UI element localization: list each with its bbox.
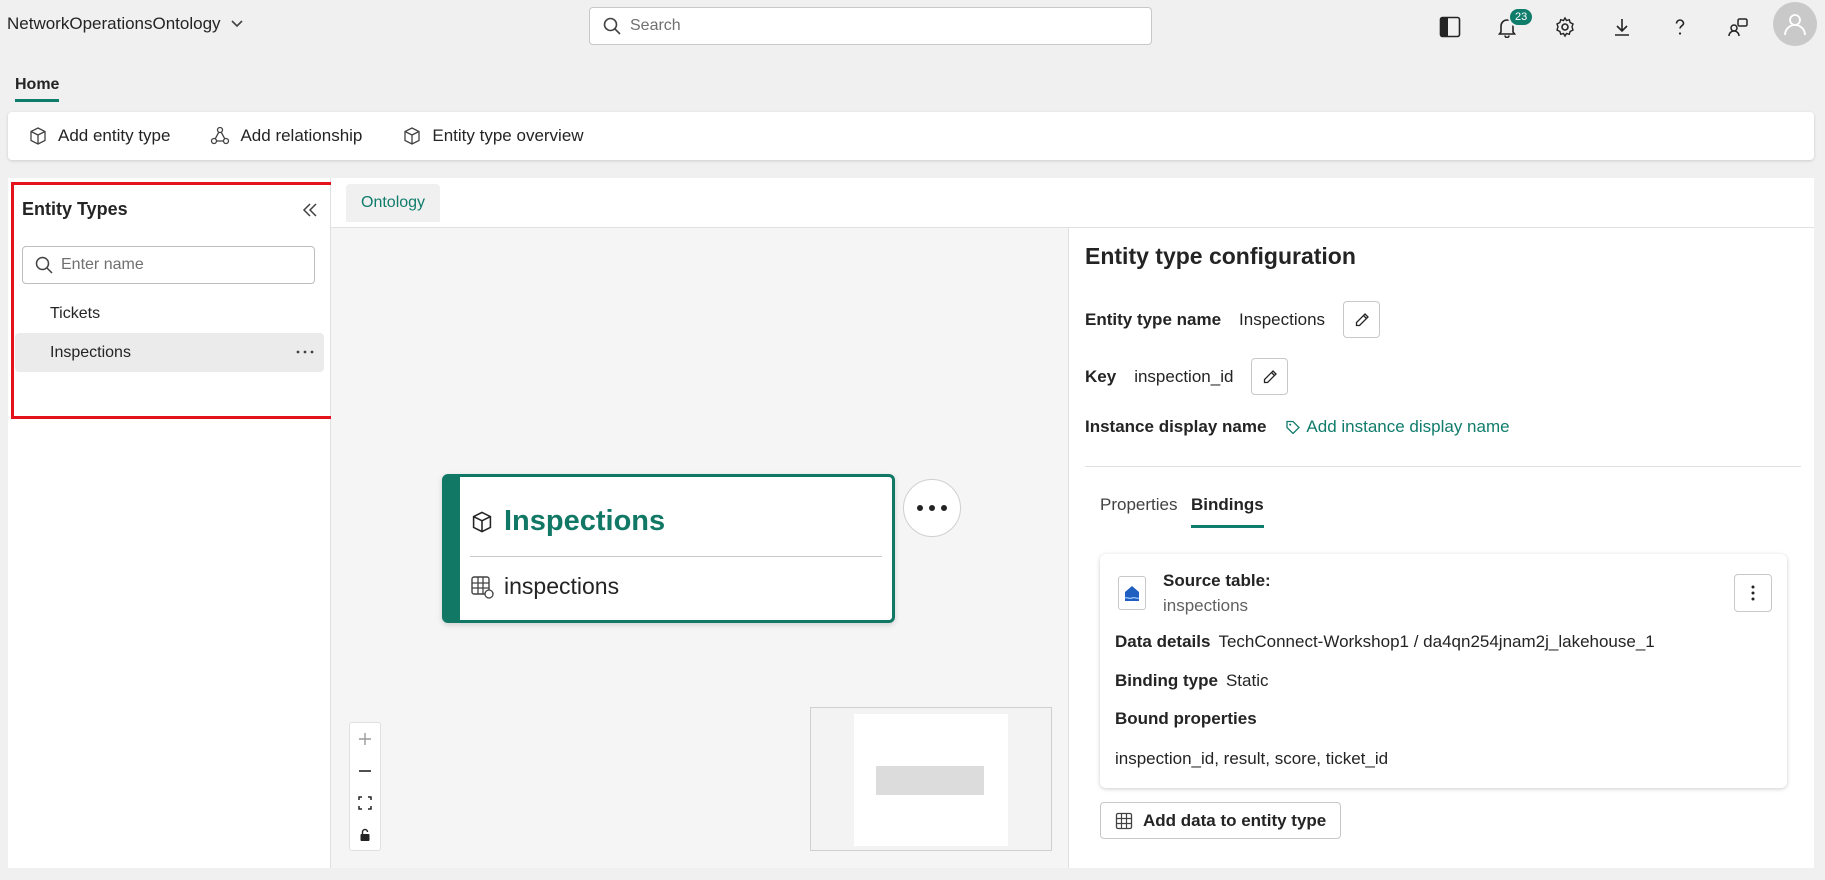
divider [1085,466,1801,467]
add-entity-type-label: Add entity type [58,126,171,145]
canvas-tabbar: Ontology [331,178,1814,228]
binding-card: Source table: inspections Data details T… [1100,554,1787,788]
ribbon-tabs: Home [0,53,1825,108]
user-avatar[interactable] [1773,2,1817,46]
settings-gear-icon[interactable] [1546,8,1584,46]
collapse-sidebar-icon[interactable] [296,196,324,224]
relationship-icon [210,126,230,146]
notifications-bell-icon[interactable]: 23 [1488,7,1535,46]
top-bar: NetworkOperationsOntology Search 23 [0,0,1825,53]
tab-home[interactable]: Home [15,76,60,102]
global-search-input[interactable]: Search [589,7,1152,45]
sidebar-item-tickets[interactable]: Tickets [15,294,324,333]
node-title-label: Inspections [504,505,666,537]
tag-icon [1286,420,1301,434]
tab-ontology[interactable]: Ontology [346,184,441,222]
add-relationship-label: Add relationship [240,126,363,145]
key-value: inspection_id [1134,366,1234,386]
cube-icon [402,126,422,146]
lakehouse-icon [1118,576,1146,610]
entity-type-name-row: Entity type name Inspections [1085,301,1381,338]
source-table-value: inspections [1163,596,1249,615]
search-icon [35,256,53,274]
entity-type-configuration-panel: Entity type configuration Entity type na… [1068,228,1814,868]
edit-entity-type-name-button[interactable] [1343,301,1381,338]
entity-types-sidebar: Entity Types Tickets Inspections [8,178,334,868]
ribbon-toolbar: Add entity type Add relationship Entity … [8,112,1814,160]
data-details-value: TechConnect-Workshop1 / da4qn254jnam2j_l… [1218,632,1655,651]
entity-type-name-label: Entity type name [1085,309,1222,329]
entity-type-overview-button[interactable]: Entity type overview [402,126,584,146]
app-title-dropdown[interactable]: NetworkOperationsOntology [7,14,243,34]
zoom-out-icon[interactable] [350,755,380,787]
minimap-node [876,766,984,795]
key-label: Key [1085,366,1117,386]
bound-properties-value-row: inspection_id, result, score, ticket_id [1115,749,1388,769]
node-source: inspections [470,573,619,600]
download-icon[interactable] [1603,8,1641,46]
sidebar-item-label: Tickets [50,304,101,322]
main-area: Entity Types Tickets Inspections Ontolog… [8,178,1814,868]
tab-bindings[interactable]: Bindings [1191,495,1264,528]
config-title: Entity type configuration [1085,243,1356,269]
search-placeholder: Search [630,17,681,34]
notification-badge: 23 [1508,7,1535,27]
key-row: Key inspection_id [1085,358,1289,395]
data-details-label: Data details [1115,632,1211,651]
sidebar-title: Entity Types [22,199,128,219]
node-source-label: inspections [504,573,620,599]
ontology-canvas-area: Ontology Inspections inspections Entity … [331,178,1814,868]
add-data-to-entity-type-button[interactable]: Add data to entity type [1100,802,1342,839]
cube-icon [470,510,494,534]
zoom-controls [349,722,381,851]
search-icon [603,17,621,35]
bound-properties-row: Bound properties [1115,709,1257,729]
bound-properties-value: inspection_id, result, score, ticket_id [1115,749,1389,768]
add-instance-display-name-link[interactable]: Add instance display name [1286,417,1510,437]
entity-name-input[interactable] [61,256,291,274]
entity-name-search[interactable] [22,246,315,284]
minimap-viewport [854,714,1008,846]
table-icon [1115,812,1133,830]
node-more-options-button[interactable] [903,479,961,537]
add-relationship-button[interactable]: Add relationship [210,126,362,146]
binding-type-row: Binding type Static [1115,671,1268,691]
minimap[interactable] [810,707,1052,851]
binding-more-options-icon[interactable] [1734,574,1772,612]
share-people-icon[interactable] [1719,8,1757,46]
lock-icon[interactable] [350,819,380,851]
node-divider [470,556,882,557]
panel-toggle-icon[interactable] [1431,8,1469,46]
binding-type-label: Binding type [1115,671,1218,690]
table-link-icon [470,575,494,599]
zoom-in-icon[interactable] [350,723,380,755]
more-options-icon[interactable] [294,343,316,361]
tab-properties[interactable]: Properties [1100,495,1177,525]
chevron-down-icon [230,20,243,28]
add-instance-display-name-label: Add instance display name [1306,417,1510,436]
source-table-label: Source table: [1163,571,1271,590]
node-title: Inspections [470,505,665,538]
instance-display-label: Instance display name [1085,417,1267,436]
app-title: NetworkOperationsOntology [7,14,221,33]
sidebar-item-label: Inspections [50,343,131,361]
fit-view-icon[interactable] [350,787,380,819]
entity-type-overview-label: Entity type overview [432,126,584,145]
entity-type-name-value: Inspections [1239,309,1326,329]
add-data-label: Add data to entity type [1143,810,1327,830]
data-details-row: Data details TechConnect-Workshop1 / da4… [1115,632,1655,652]
pencil-icon [1262,369,1278,385]
instance-display-row: Instance display name Add instance displ… [1085,417,1510,437]
sidebar-item-inspections[interactable]: Inspections [15,333,324,372]
bound-properties-label: Bound properties [1115,709,1257,728]
entity-node-inspections[interactable]: Inspections inspections [442,474,895,623]
binding-type-value: Static [1225,671,1269,690]
edit-key-button[interactable] [1251,358,1289,395]
pencil-icon [1354,312,1370,328]
help-icon[interactable] [1661,8,1699,46]
add-entity-type-button[interactable]: Add entity type [28,126,170,146]
cube-icon [28,126,48,146]
